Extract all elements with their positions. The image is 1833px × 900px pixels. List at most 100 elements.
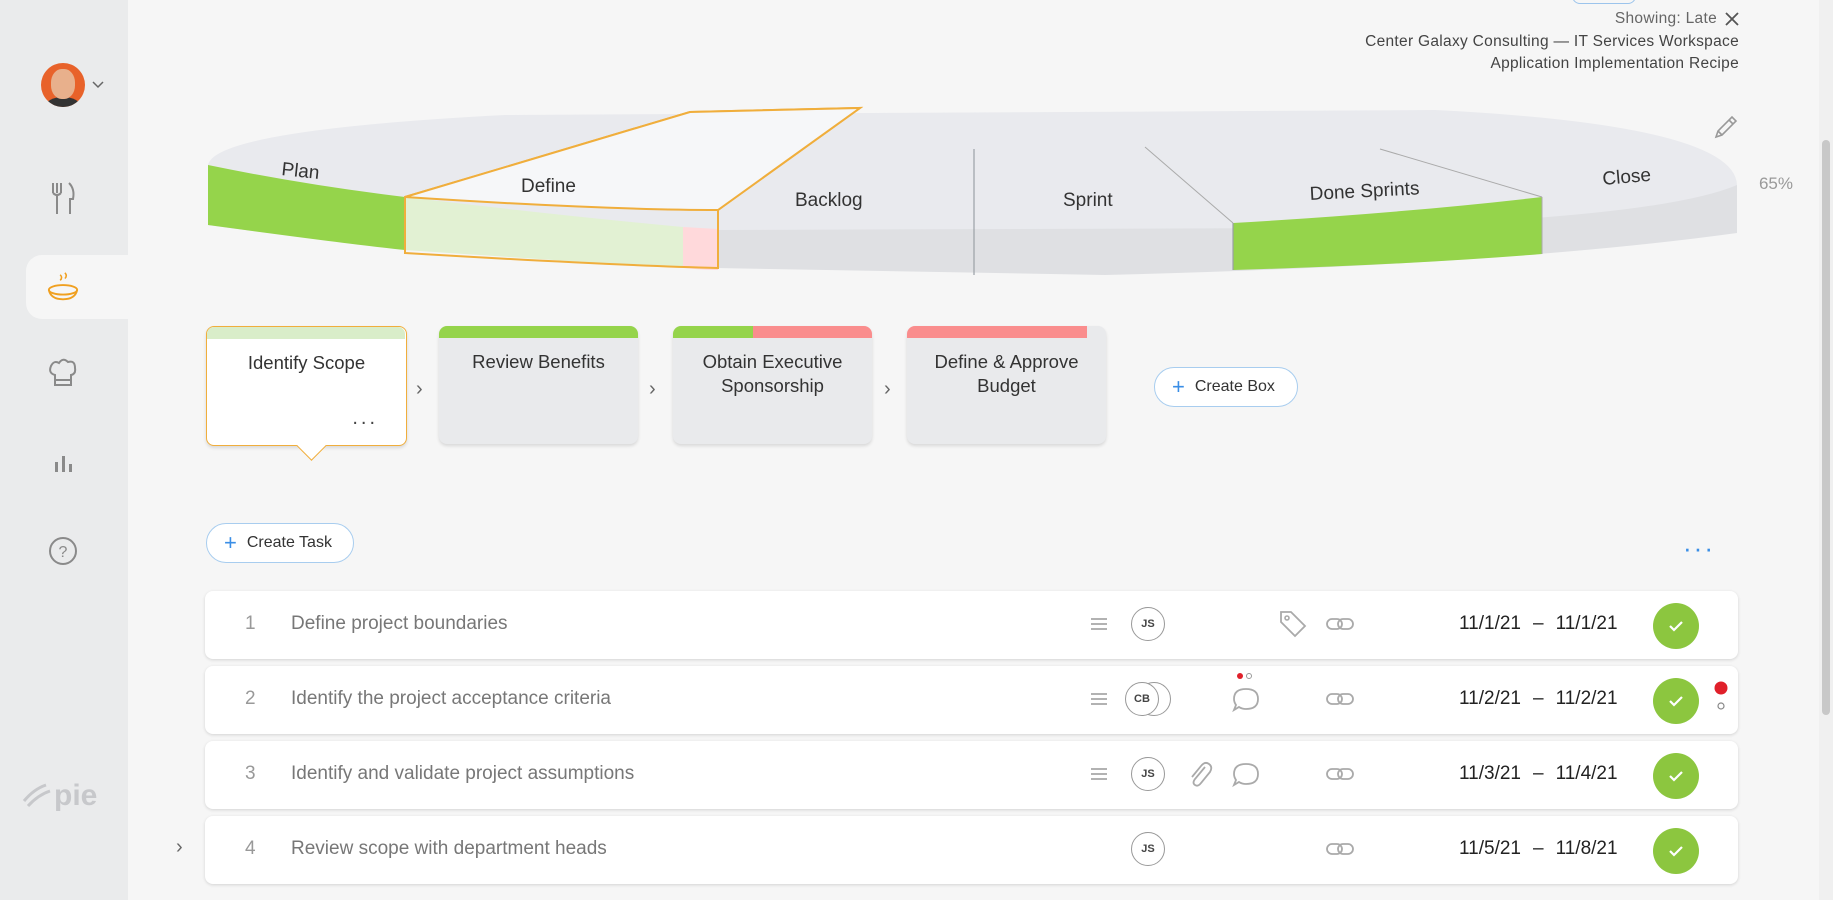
help-icon[interactable]: ? (46, 534, 80, 568)
user-avatar[interactable] (41, 63, 85, 107)
end-date: 11/2/21 (1555, 688, 1618, 709)
filter-label: Showing: Late (1614, 10, 1717, 27)
task-name[interactable]: Identify and validate project assumption… (291, 763, 634, 785)
nav-active-highlight (26, 255, 141, 319)
chevron-down-icon[interactable] (92, 78, 104, 90)
drag-handle-icon[interactable] (1090, 766, 1108, 782)
phase-label-define: Define (521, 176, 576, 197)
unread-indicator-icon (1237, 673, 1252, 679)
check-icon (1669, 846, 1683, 857)
task-dates[interactable]: 11/1/21–11/1/21 (1459, 613, 1618, 635)
task-number: 2 (245, 688, 256, 709)
tag-icon[interactable] (1278, 609, 1308, 639)
date-separator: – (1532, 763, 1544, 784)
end-date: 11/4/21 (1555, 763, 1618, 784)
check-icon (1669, 696, 1683, 707)
task-number: 1 (245, 613, 256, 634)
chevron-right-icon: › (884, 378, 891, 400)
bar-chart-icon[interactable] (46, 446, 80, 480)
close-icon[interactable] (1725, 12, 1739, 26)
edit-pencil-icon[interactable] (1710, 113, 1740, 143)
header-info: Showing: Late Center Galaxy Consulting —… (1365, 8, 1739, 76)
create-box-label: Create Box (1194, 378, 1275, 395)
task-dates[interactable]: 11/2/21–11/2/21 (1459, 688, 1618, 710)
box-progress-bar-late (907, 326, 1087, 338)
phase-segment-define-late (683, 227, 718, 270)
task-row[interactable]: 1 Define project boundaries JS 11/1/21–1… (205, 591, 1738, 659)
plus-icon: + (224, 530, 237, 555)
assignee-avatar[interactable]: JS (1131, 757, 1165, 791)
svg-text:pie: pie (54, 779, 97, 812)
task-row[interactable]: 2 Identify the project acceptance criter… (205, 666, 1738, 734)
task-row[interactable]: 4 Review scope with department heads JS … (205, 816, 1738, 884)
task-name[interactable]: Identify the project acceptance criteria (291, 688, 611, 710)
end-date: 11/8/21 (1555, 838, 1618, 859)
assignee-avatar[interactable]: JS (1131, 607, 1165, 641)
link-icon[interactable] (1325, 834, 1355, 864)
comment-icon[interactable] (1231, 759, 1261, 789)
scrollbar-thumb[interactable] (1822, 140, 1830, 715)
box-pointer (296, 431, 327, 461)
chef-hat-icon[interactable] (46, 356, 80, 390)
complete-check-button[interactable] (1653, 828, 1699, 874)
completion-percent: 65% (1758, 174, 1793, 193)
more-options-icon[interactable]: ··· (1683, 533, 1715, 564)
task-dates[interactable]: 11/3/21–11/4/21 (1459, 763, 1618, 785)
drag-handle-icon[interactable] (1090, 616, 1108, 632)
task-number: 3 (245, 763, 256, 784)
complete-check-button[interactable] (1653, 753, 1699, 799)
drag-handle-icon[interactable] (1090, 691, 1108, 707)
link-icon[interactable] (1325, 609, 1355, 639)
box-identify-scope[interactable]: Identify Scope ... (206, 326, 407, 461)
box-review-benefits[interactable]: Review Benefits (439, 326, 638, 444)
box-progress-bar (207, 327, 405, 339)
phase-label-plan: Plan (280, 159, 320, 184)
plus-icon: + (1172, 374, 1185, 399)
complete-check-button[interactable] (1653, 678, 1699, 724)
phase-pie-chart: Plan Define Backlog Sprint Done Sprints … (208, 106, 1737, 275)
link-icon[interactable] (1325, 759, 1355, 789)
utensils-icon[interactable] (46, 181, 80, 215)
box-progress-bar (673, 326, 753, 338)
scrollbar[interactable] (1819, 0, 1833, 900)
check-icon (1669, 621, 1683, 632)
task-name[interactable]: Review scope with department heads (291, 838, 607, 860)
top-button-edge[interactable] (1572, 0, 1636, 4)
phase-label-backlog: Backlog (795, 190, 863, 211)
task-row[interactable]: 3 Identify and validate project assumpti… (205, 741, 1738, 809)
date-separator: – (1532, 838, 1544, 859)
box-title: Define & Approve Budget (934, 351, 1079, 396)
start-date: 11/3/21 (1459, 763, 1521, 784)
box-title: Identify Scope (247, 352, 366, 373)
attachment-icon[interactable] (1185, 759, 1215, 789)
task-name[interactable]: Define project boundaries (291, 613, 508, 635)
end-date: 11/1/21 (1555, 613, 1618, 634)
box-progress-bar (439, 326, 638, 338)
box-more-icon[interactable]: ... (352, 407, 378, 430)
create-task-label: Create Task (246, 534, 332, 551)
complete-check-button[interactable] (1653, 603, 1699, 649)
chevron-right-icon: › (649, 378, 656, 400)
create-task-button[interactable]: + Create Task (206, 523, 354, 563)
pie-logo: pie (22, 779, 97, 812)
link-icon[interactable] (1325, 684, 1355, 714)
task-dates[interactable]: 11/5/21–11/8/21 (1459, 838, 1618, 860)
pie-dish-icon[interactable] (46, 270, 80, 304)
svg-text:?: ? (59, 544, 68, 561)
start-date: 11/2/21 (1459, 688, 1521, 709)
comment-icon[interactable] (1231, 684, 1261, 714)
assignee-avatar[interactable]: CB (1125, 682, 1159, 716)
chevron-right-icon[interactable]: › (176, 836, 183, 859)
start-date: 11/1/21 (1459, 613, 1521, 634)
date-separator: – (1532, 613, 1544, 634)
box-title: Obtain Executive Sponsorship (702, 351, 843, 396)
box-obtain-executive-sponsorship[interactable]: Obtain Executive Sponsorship (673, 326, 872, 444)
workspace-name: Center Galaxy Consulting — IT Services W… (1365, 32, 1739, 50)
start-date: 11/5/21 (1459, 838, 1521, 859)
sidebar: ? pie (0, 0, 141, 900)
late-status-indicator-icon (1714, 681, 1728, 710)
date-separator: – (1532, 688, 1544, 709)
assignee-avatar[interactable]: JS (1131, 832, 1165, 866)
box-define-approve-budget[interactable]: Define & Approve Budget (907, 326, 1106, 444)
create-box-button[interactable]: + Create Box (1154, 367, 1298, 407)
